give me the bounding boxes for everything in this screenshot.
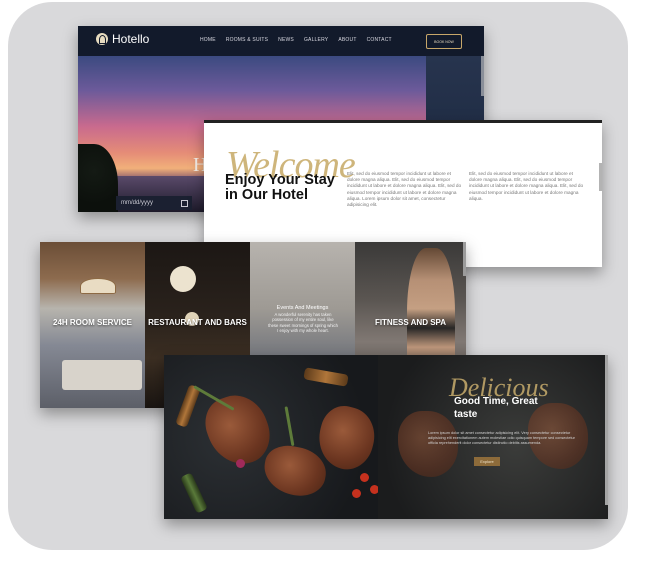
welcome-text-col2: Elit, sed do eiusmod tempor incididunt u… bbox=[469, 171, 584, 201]
top-navbar: Hotello HOME ROOMS & SUITS NEWS GALLERY … bbox=[78, 26, 484, 56]
steak-photo bbox=[164, 355, 382, 519]
nav-rooms[interactable]: ROOMS & SUITS bbox=[226, 37, 268, 43]
steak-image bbox=[260, 441, 330, 501]
date-input[interactable]: mm/dd/yyyy bbox=[116, 196, 192, 210]
amenity-label: FITNESS AND SPA bbox=[374, 318, 447, 327]
food-screenshot: Delicious Good Time, Great taste Lorem i… bbox=[164, 355, 608, 519]
book-now-button[interactable]: BOOK NOW bbox=[426, 34, 462, 49]
calendar-icon[interactable] bbox=[181, 200, 188, 207]
pepper-mill-image bbox=[303, 367, 349, 387]
nav-news[interactable]: NEWS bbox=[278, 37, 294, 43]
scrollbar[interactable] bbox=[463, 242, 466, 276]
food-description: Lorem ipsum dolor sit amet consectetur a… bbox=[428, 431, 575, 445]
pendant-lamp bbox=[80, 278, 116, 294]
events-title: Events And Meetings bbox=[276, 305, 329, 311]
scrollbar[interactable] bbox=[481, 56, 484, 96]
onion-image bbox=[236, 459, 245, 468]
main-menu: HOME ROOMS & SUITS NEWS GALLERY ABOUT CO… bbox=[200, 37, 392, 43]
bed-image bbox=[62, 360, 142, 390]
food-heading: Good Time, Great taste bbox=[454, 396, 538, 420]
scrollbar[interactable] bbox=[605, 355, 608, 505]
amenity-label: 24H ROOM SERVICE bbox=[53, 318, 132, 327]
nav-gallery[interactable]: GALLERY bbox=[304, 37, 328, 43]
amenity-label: RESTAURANT AND BARS bbox=[148, 318, 247, 327]
brand-name: Hotello bbox=[112, 32, 150, 46]
brand-logo[interactable]: Hotello bbox=[96, 32, 149, 46]
welcome-heading: Enjoy Your Stay in Our Hotel bbox=[225, 172, 335, 203]
bottle-image bbox=[180, 472, 208, 514]
amenity-room-service[interactable]: 24H ROOM SERVICE bbox=[40, 242, 145, 408]
bottle-image bbox=[175, 384, 201, 428]
date-placeholder: mm/dd/yyyy bbox=[121, 200, 154, 206]
globe-lamp bbox=[170, 266, 196, 292]
nav-about[interactable]: ABOUT bbox=[338, 37, 356, 43]
scrollbar[interactable] bbox=[599, 163, 602, 191]
brand-icon bbox=[96, 33, 108, 45]
nav-contact[interactable]: CONTACT bbox=[367, 37, 392, 43]
tomato-image bbox=[360, 473, 369, 482]
welcome-text-col1: Elit, sed do eiusmod tempor incididunt u… bbox=[347, 171, 462, 208]
events-text: A wonderful serenity has taken possessio… bbox=[268, 312, 338, 334]
explore-button[interactable]: Explore bbox=[474, 457, 500, 466]
nav-home[interactable]: HOME bbox=[200, 37, 216, 43]
herb-image bbox=[284, 406, 295, 447]
tomato-image bbox=[352, 489, 361, 498]
